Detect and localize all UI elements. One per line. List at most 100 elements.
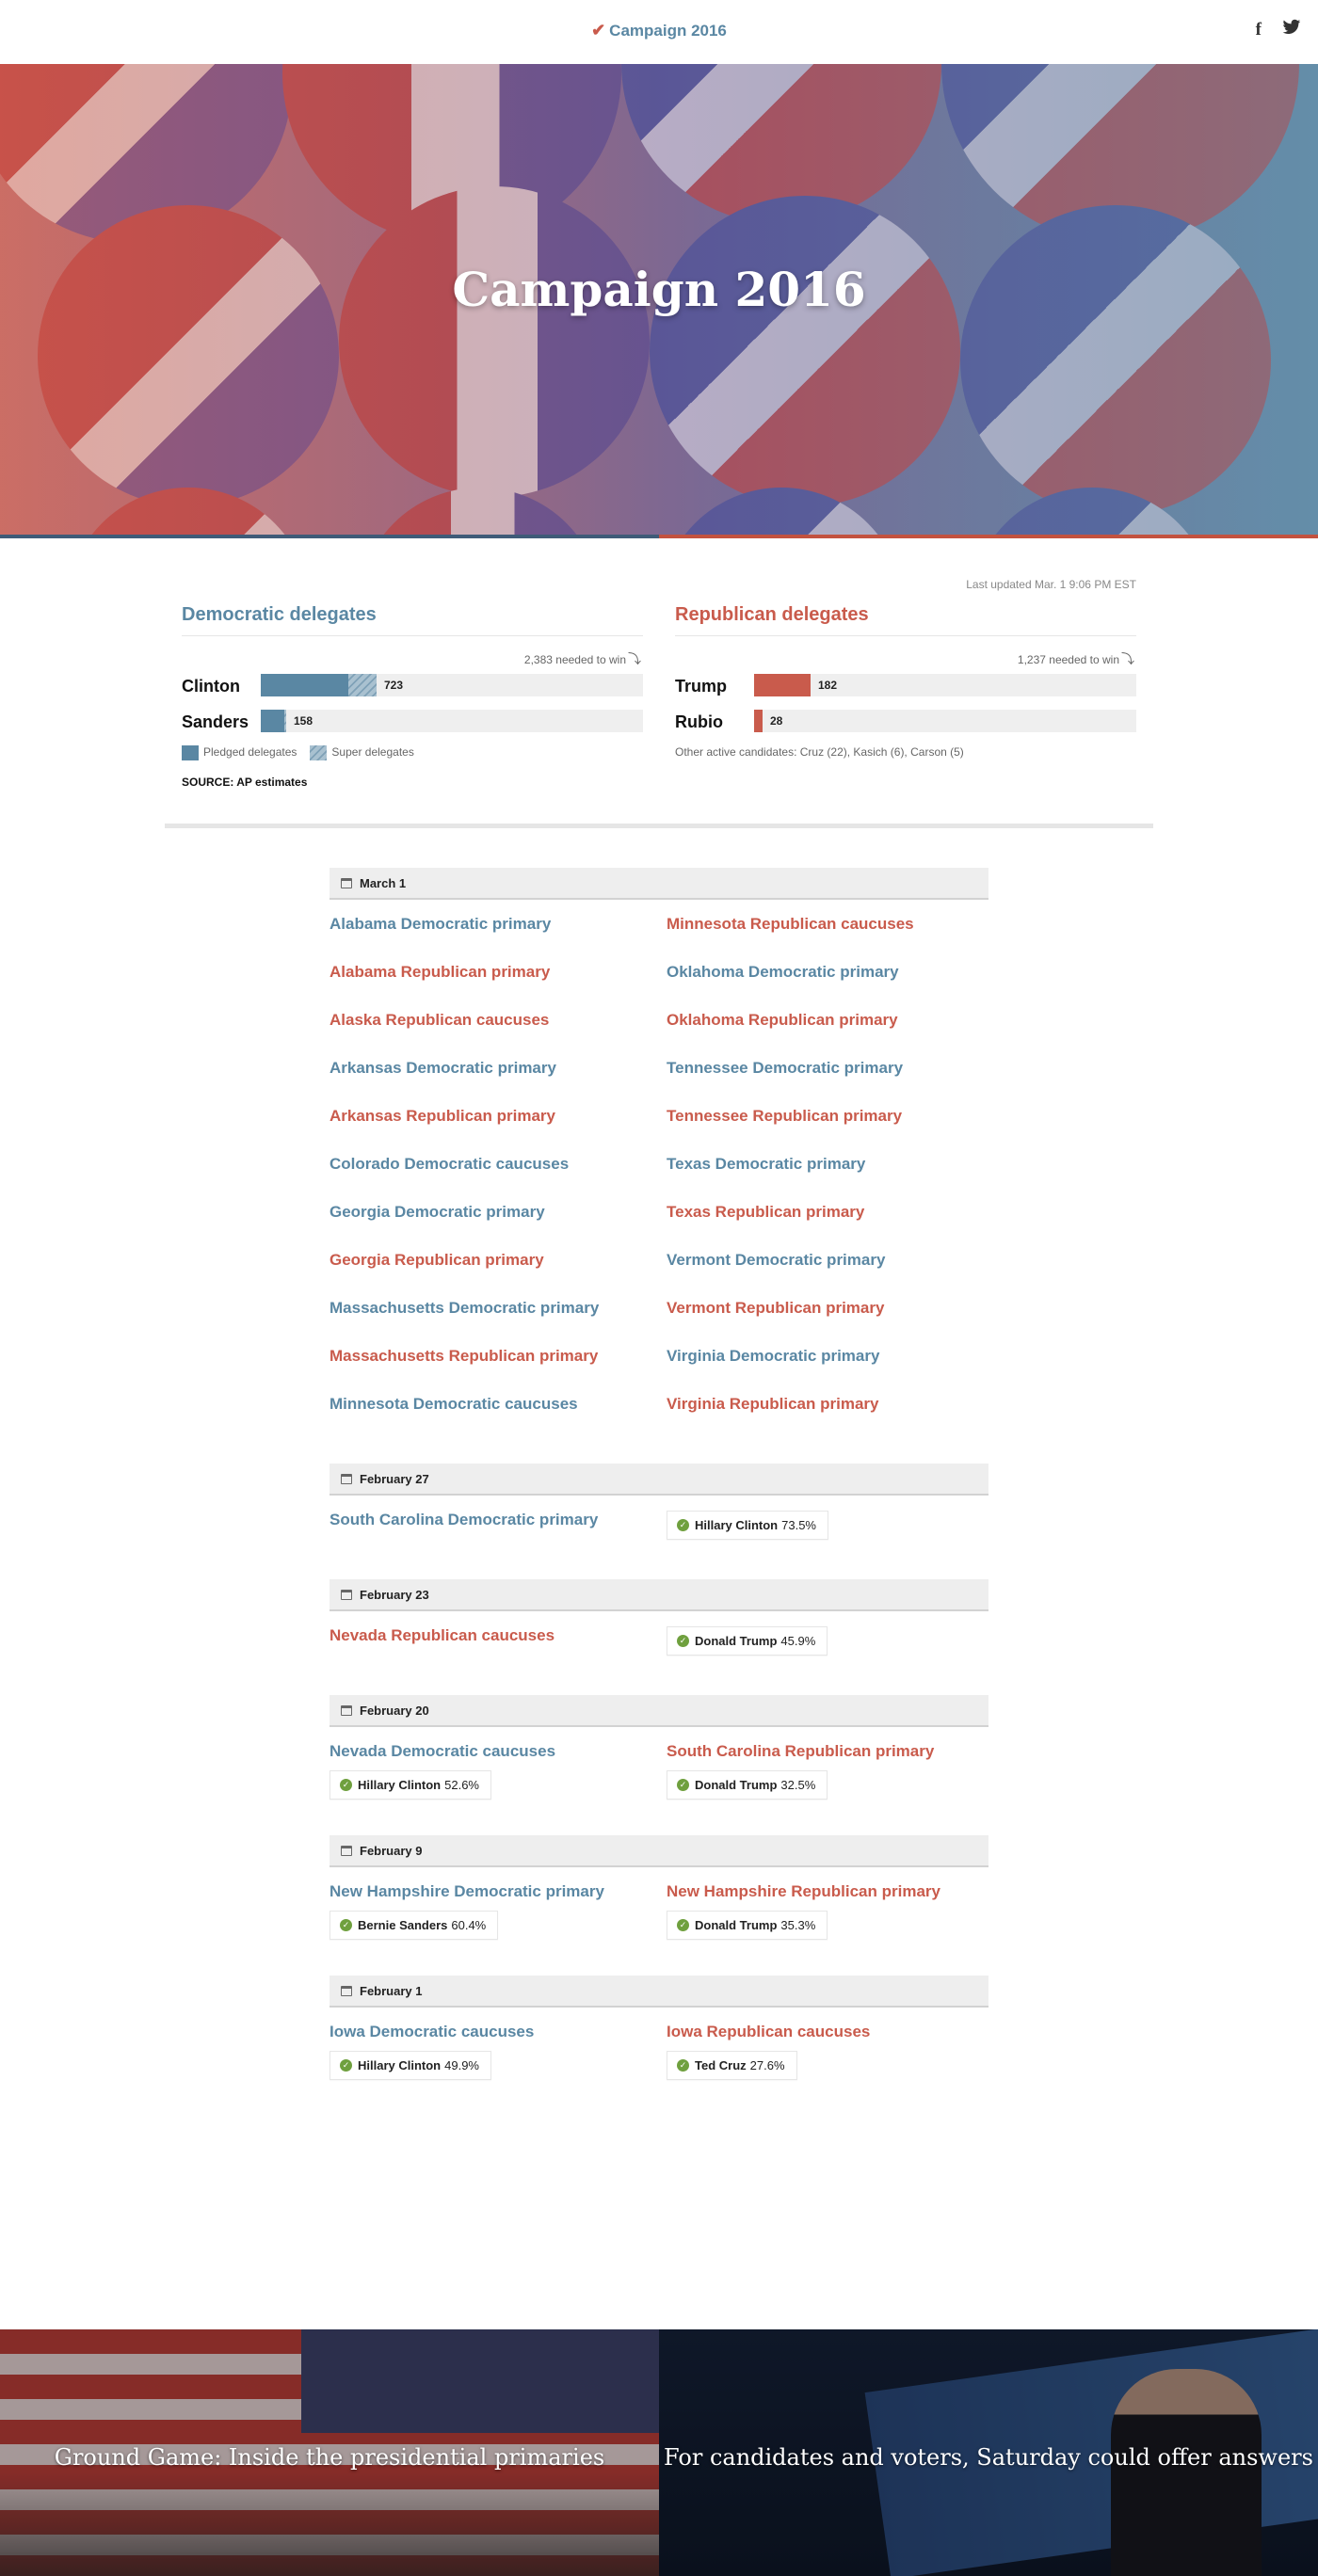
race-date: February 20 [360, 1703, 429, 1718]
other-candidates-note: Other active candidates: Cruz (22), Kasi… [675, 745, 964, 759]
race-link[interactable]: Texas Democratic primary [667, 1155, 988, 1174]
race-link[interactable]: Alabama Democratic primary [330, 915, 667, 934]
race-item: Oklahoma Republican primary [667, 996, 988, 1044]
race-link[interactable]: Nevada Republican caucuses [330, 1626, 667, 1645]
winner-percent: 52.6% [444, 1778, 479, 1792]
super-swatch [310, 745, 328, 760]
race-item: Virginia Republican primary [667, 1380, 988, 1428]
promo-ground-game[interactable]: Ground Game: Inside the presidential pri… [0, 2329, 659, 2576]
race-link[interactable]: Arkansas Republican primary [330, 1107, 667, 1126]
race-item: New Hampshire Republican primary ✓ Donald … [667, 1867, 988, 1940]
winner-badge: ✓ Ted Cruz 27.6% [667, 2051, 797, 2080]
candidate-row-trump: Trump 182 [675, 674, 1136, 700]
race-link[interactable]: South Carolina Republican primary [667, 1742, 988, 1761]
race-item: Colorado Democratic caucuses [330, 1140, 667, 1188]
race-link[interactable]: Oklahoma Republican primary [667, 1011, 988, 1030]
democratic-delegates-panel: Democratic delegates 2,383 needed to win… [182, 604, 643, 789]
curved-arrow-icon: ⤵ [628, 651, 641, 666]
race-item: Iowa Republican caucuses ✓ Ted Cruz 27.6% [667, 2008, 988, 2080]
race-link[interactable]: Vermont Republican primary [667, 1299, 988, 1318]
needed-to-win: 2,383 needed to win ⤵ [182, 649, 643, 666]
winner-percent: 35.3% [780, 1918, 816, 1932]
race-link[interactable]: South Carolina Democratic primary [330, 1511, 667, 1529]
race-item: Arkansas Republican primary [330, 1092, 667, 1140]
winner-badge: ✓ Donald Trump 35.3% [667, 1911, 828, 1940]
race-link[interactable]: Nevada Democratic caucuses [330, 1742, 667, 1761]
race-item: Alabama Republican primary [330, 948, 667, 996]
facebook-icon[interactable]: f [1256, 20, 1262, 40]
race-item: Alabama Democratic primary [330, 900, 667, 948]
race-link[interactable]: Georgia Democratic primary [330, 1203, 667, 1222]
candidate-row-sanders: Sanders 158 [182, 710, 643, 736]
race-item: South Carolina Democratic primary [330, 1496, 667, 1544]
race-item: Massachusetts Democratic primary [330, 1284, 667, 1332]
delegate-bar-track: 723 [261, 674, 643, 696]
race-grid: Alabama Democratic primary Minnesota Repu… [330, 900, 988, 1428]
winner-percent: 27.6% [749, 2058, 785, 2072]
winner-check-icon: ✓ [340, 1779, 352, 1791]
promo-caption: Ground Game: Inside the presidential pri… [54, 2444, 605, 2471]
race-link[interactable]: Massachusetts Democratic primary [330, 1299, 667, 1318]
legend-pledged: Pledged delegates [182, 745, 297, 760]
race-item: Arkansas Democratic primary [330, 1044, 667, 1092]
race-link[interactable]: Minnesota Republican caucuses [667, 915, 988, 934]
top-bar: ✔ Campaign 2016 f [0, 0, 1318, 64]
pledged-delegates-bar [261, 710, 284, 732]
race-day-group: February 27 South Carolina Democratic pri… [330, 1464, 988, 1544]
race-link[interactable]: Tennessee Republican primary [667, 1107, 988, 1126]
delegate-total: 158 [294, 714, 313, 728]
winner-percent: 49.9% [444, 2058, 479, 2072]
race-link[interactable]: Iowa Democratic caucuses [330, 2023, 667, 2041]
race-link[interactable]: Oklahoma Democratic primary [667, 963, 988, 982]
race-link[interactable]: Colorado Democratic caucuses [330, 1155, 667, 1174]
race-grid: Nevada Republican caucuses ✓ Donald Trump 4… [330, 1611, 988, 1659]
candidate-name: Rubio [675, 712, 723, 731]
winner-name: Donald Trump [695, 1918, 778, 1932]
race-link[interactable]: Alabama Republican primary [330, 963, 667, 982]
race-link[interactable]: Texas Republican primary [667, 1203, 988, 1222]
race-date: March 1 [360, 875, 407, 890]
promo-saturday-answers[interactable]: For candidates and voters, Saturday coul… [659, 2329, 1318, 2576]
winner-name: Donald Trump [695, 1778, 778, 1792]
race-item: Vermont Democratic primary [667, 1236, 988, 1284]
hero-banner: Campaign 2016 [0, 64, 1318, 535]
race-item: Nevada Democratic caucuses ✓ Hillary Clint… [330, 1727, 667, 1800]
delegate-tracker: Last updated Mar. 1 9:06 PM EST Democrat… [165, 538, 1153, 828]
race-item: Minnesota Republican caucuses [667, 900, 988, 948]
winner-badge: ✓ Bernie Sanders 60.4% [330, 1911, 499, 1940]
calendar-icon [341, 1845, 352, 1856]
race-item: Vermont Republican primary [667, 1284, 988, 1332]
twitter-icon[interactable] [1282, 19, 1301, 40]
pledged-swatch [182, 745, 199, 760]
needed-to-win-label: 1,237 needed to win [1017, 653, 1119, 666]
race-link[interactable]: New Hampshire Republican primary [667, 1882, 988, 1901]
race-day-group: February 23 Nevada Republican caucuses ✓ Do… [330, 1579, 988, 1659]
race-item: Georgia Republican primary [330, 1236, 667, 1284]
race-item: Georgia Democratic primary [330, 1188, 667, 1236]
delegates-bar [754, 674, 811, 696]
race-link[interactable]: Tennessee Democratic primary [667, 1059, 988, 1078]
race-link[interactable]: Massachusetts Republican primary [330, 1347, 667, 1366]
brand-link[interactable]: ✔ Campaign 2016 [0, 21, 1318, 40]
race-link[interactable]: New Hampshire Democratic primary [330, 1882, 667, 1901]
race-item: Texas Democratic primary [667, 1140, 988, 1188]
race-link[interactable]: Vermont Democratic primary [667, 1251, 988, 1270]
democratic-delegates-title: Democratic delegates [182, 604, 643, 636]
race-link[interactable]: Alaska Republican caucuses [330, 1011, 667, 1030]
needed-to-win: 1,237 needed to win ⤵ [675, 649, 1136, 666]
winner-badge: ✓ Hillary Clinton 49.9% [330, 2051, 491, 2080]
candidate-row-clinton: Clinton 723 [182, 674, 643, 700]
race-item: Texas Republican primary [667, 1188, 988, 1236]
race-item: Alaska Republican caucuses [330, 996, 667, 1044]
race-day-group: March 1 Alabama Democratic primary Minneso… [330, 868, 988, 1428]
race-link[interactable]: Georgia Republican primary [330, 1251, 667, 1270]
winner-badge: ✓ Donald Trump 32.5% [667, 1770, 828, 1800]
candidate-row-rubio: Rubio 28 [675, 710, 1136, 736]
race-link[interactable]: Minnesota Democratic caucuses [330, 1395, 667, 1414]
race-link[interactable]: Arkansas Democratic primary [330, 1059, 667, 1078]
race-link[interactable]: Iowa Republican caucuses [667, 2023, 988, 2041]
race-link[interactable]: Virginia Republican primary [667, 1395, 988, 1414]
social-links: f [1256, 19, 1301, 40]
race-link[interactable]: Virginia Democratic primary [667, 1347, 988, 1366]
winner-check-icon: ✓ [340, 1919, 352, 1931]
